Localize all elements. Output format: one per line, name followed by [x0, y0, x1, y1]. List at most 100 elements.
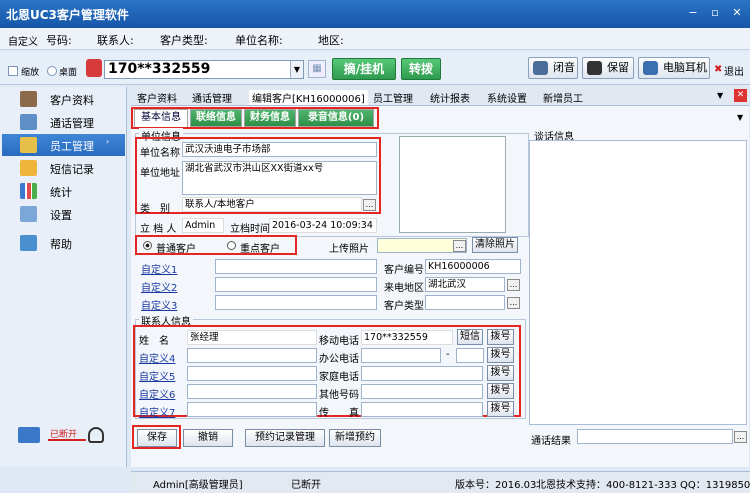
status-connection: 已断开: [291, 480, 321, 491]
other-number-input[interactable]: [361, 384, 483, 399]
custom-field-6-input[interactable]: [187, 384, 317, 399]
search-type-label[interactable]: 客户类型:: [160, 32, 208, 48]
dial-fax-button[interactable]: 拨号: [487, 401, 514, 417]
sidebar-item-staff[interactable]: 员工管理 ›: [2, 134, 125, 156]
custom-field-6-link[interactable]: 自定义6: [139, 386, 175, 401]
search-area-label[interactable]: 地区:: [318, 32, 344, 48]
chevron-down-icon[interactable]: ▼: [737, 113, 743, 122]
key-customer-label: 重点客户: [240, 244, 280, 255]
search-unit-label[interactable]: 单位名称:: [235, 32, 283, 48]
custom-field-5-input[interactable]: [187, 366, 317, 381]
mute-button[interactable]: 闭音: [528, 57, 578, 79]
custom-field-7-link[interactable]: 自定义7: [139, 404, 175, 419]
call-result-picker-button[interactable]: ...: [734, 431, 747, 443]
talk-info-textarea[interactable]: [529, 140, 747, 425]
keypad-icon[interactable]: ▦: [308, 60, 326, 78]
sms-button[interactable]: 短信: [457, 329, 483, 345]
category-label: 类 别: [140, 204, 170, 215]
zoom-checkbox[interactable]: [8, 66, 18, 76]
exit-button[interactable]: 退出: [724, 63, 744, 78]
close-tab-icon[interactable]: ✕: [734, 89, 747, 102]
main-panel: 客户资料 通话管理 编辑客户[KH16000006] 员工管理 统计报表 系统设…: [131, 87, 749, 467]
sidebar-item-label: 统计: [50, 186, 72, 199]
save-button[interactable]: 保存: [137, 429, 177, 447]
tab-edit-customer[interactable]: 编辑客户[KH16000006]: [249, 90, 368, 105]
desktop-radio[interactable]: [47, 66, 57, 76]
sidebar-item-label: 员工管理: [50, 140, 94, 153]
appointment-records-button[interactable]: 预约记录管理: [245, 429, 325, 447]
close-button[interactable]: ✕: [730, 6, 744, 20]
chart-icon: [20, 183, 37, 199]
sidebar-item-sms[interactable]: 短信记录: [2, 157, 125, 179]
version-text: 版本号：2016.03: [455, 480, 537, 491]
custom-field-4-link[interactable]: 自定义4: [139, 350, 175, 365]
custom-field-3-input[interactable]: [215, 295, 377, 310]
minimize-button[interactable]: −: [686, 6, 700, 20]
custom-field-2-input[interactable]: [215, 277, 377, 292]
dial-office-button[interactable]: 拨号: [487, 347, 514, 363]
create-time-value: 2016-03-24 10:09:34: [269, 218, 377, 233]
normal-customer-radio[interactable]: [143, 241, 152, 250]
custom-search-label[interactable]: 自定义: [8, 33, 38, 48]
custom-field-3-link[interactable]: 自定义3: [141, 297, 177, 312]
tab-staff[interactable]: 员工管理: [373, 90, 413, 105]
call-result-input[interactable]: [577, 429, 733, 444]
tab-new-staff[interactable]: 新增员工: [543, 90, 583, 105]
key-customer-radio[interactable]: [227, 241, 236, 250]
custom-field-5-link[interactable]: 自定义5: [139, 368, 175, 383]
category-input[interactable]: 联系人/本地客户: [182, 197, 362, 212]
sidebar-item-settings[interactable]: 设置: [2, 203, 125, 225]
chevron-down-icon[interactable]: ▼: [290, 61, 303, 78]
mobile-input[interactable]: 170**332559: [361, 330, 453, 345]
dial-home-button[interactable]: 拨号: [487, 365, 514, 381]
contact-name-input[interactable]: 张经理: [187, 330, 317, 345]
clear-photo-button[interactable]: 清除照片: [472, 237, 518, 253]
customer-type-input[interactable]: [425, 295, 505, 310]
creator-value: Admin: [182, 218, 224, 233]
area-picker-button[interactable]: ...: [507, 279, 520, 291]
settings-icon: [20, 206, 37, 222]
unit-address-input[interactable]: 湖北省武汉市洪山区XX街道xx号: [182, 161, 377, 195]
dial-mobile-button[interactable]: 拨号: [487, 329, 514, 345]
search-number-label[interactable]: 号码:: [46, 32, 72, 48]
caller-area-value[interactable]: 湖北武汉: [425, 277, 505, 292]
tab-system[interactable]: 系统设置: [487, 90, 527, 105]
category-picker-button[interactable]: ...: [363, 199, 376, 211]
maximize-button[interactable]: ▫: [708, 6, 722, 20]
custom-field-4-input[interactable]: [187, 348, 317, 363]
sidebar-item-label: 客户资料: [50, 94, 94, 107]
browse-photo-button[interactable]: ...: [453, 240, 466, 252]
custom-field-2-link[interactable]: 自定义2: [141, 279, 177, 294]
sidebar-item-customers[interactable]: 客户资料: [2, 88, 125, 110]
hold-button[interactable]: 保留: [582, 57, 634, 79]
new-appointment-button[interactable]: 新增预约: [329, 429, 381, 447]
type-picker-button[interactable]: ...: [507, 297, 520, 309]
sidebar-item-calls[interactable]: 通话管理: [2, 111, 125, 133]
sidebar-item-help[interactable]: 帮助: [2, 232, 125, 254]
transfer-button[interactable]: 转拨: [401, 58, 441, 80]
search-contact-label[interactable]: 联系人:: [97, 32, 134, 48]
office-ext-input[interactable]: [456, 348, 484, 363]
home-phone-input[interactable]: [361, 366, 483, 381]
pc-headset-button[interactable]: 电脑耳机: [638, 57, 710, 79]
sidebar-item-stats[interactable]: 统计: [2, 180, 125, 202]
unit-name-input[interactable]: 武汉沃迪电子市场部: [182, 142, 377, 157]
tab-calls[interactable]: 通话管理: [192, 90, 232, 105]
fax-input[interactable]: [361, 402, 483, 417]
tab-customers[interactable]: 客户资料: [137, 90, 177, 105]
cancel-button[interactable]: 撤销: [183, 429, 233, 447]
phone-number-input[interactable]: 170**332559 ▼: [104, 60, 304, 79]
mute-label: 闭音: [553, 61, 575, 74]
home-phone-label: 家庭电话: [319, 372, 359, 383]
office-phone-input[interactable]: [361, 348, 441, 363]
custom-field-1-link[interactable]: 自定义1: [141, 261, 177, 276]
custom-field-7-input[interactable]: [187, 402, 317, 417]
tab-reports[interactable]: 统计报表: [430, 90, 470, 105]
dial-other-button[interactable]: 拨号: [487, 383, 514, 399]
chevron-down-icon[interactable]: ▼: [717, 91, 723, 100]
pickup-hangup-button[interactable]: 摘/挂机: [332, 58, 396, 80]
normal-customer-label: 普通客户: [156, 244, 196, 255]
photo-frame[interactable]: [399, 136, 506, 233]
custom-field-1-input[interactable]: [215, 259, 377, 274]
sidebar-item-label: 设置: [50, 209, 72, 222]
